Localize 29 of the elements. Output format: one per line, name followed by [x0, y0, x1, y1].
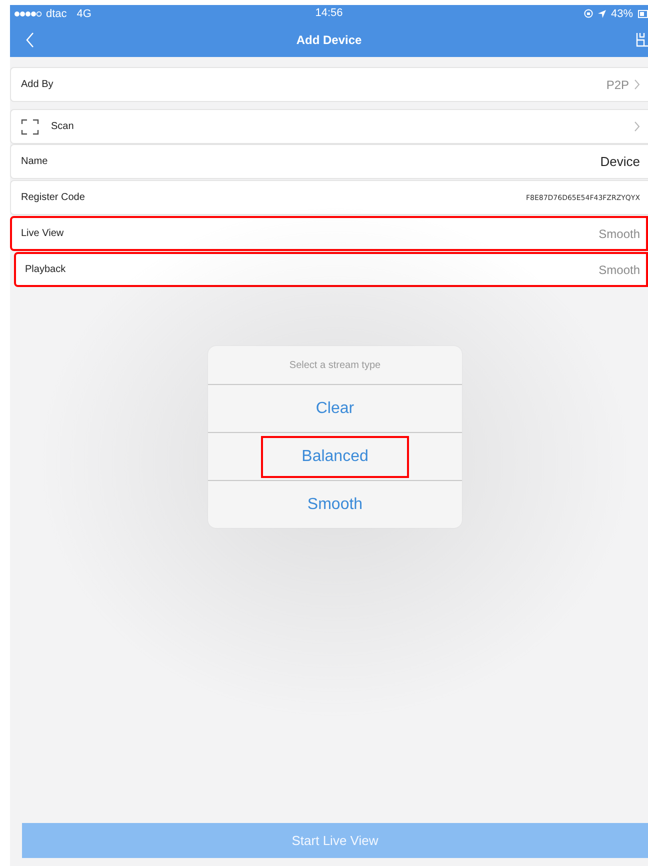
- page-title: Add Device: [296, 32, 362, 46]
- row-value: Smooth: [598, 226, 640, 240]
- row-label: Register Code: [21, 192, 86, 203]
- save-icon[interactable]: [636, 32, 648, 47]
- battery-level: 43%: [610, 8, 633, 20]
- scan-icon: [21, 118, 39, 134]
- settings-row[interactable]: Name Device: [10, 144, 648, 179]
- row-label: Add By: [21, 79, 54, 90]
- row-label: Playback: [25, 264, 67, 275]
- carrier-name: dtac: [46, 8, 67, 20]
- settings-row[interactable]: Add By P2P: [10, 67, 648, 102]
- settings-row[interactable]: Scan: [10, 109, 648, 144]
- network-type: 4G: [76, 8, 92, 20]
- row-label: Name: [21, 156, 49, 167]
- clock-time: 14:56: [315, 7, 343, 19]
- chevron-icon: [634, 79, 640, 90]
- settings-row[interactable]: Live View Smooth: [10, 216, 648, 251]
- location-icon: [598, 10, 606, 18]
- row-value: Device: [600, 154, 640, 169]
- chevron-icon: [634, 121, 640, 132]
- row-label: Scan: [51, 121, 75, 132]
- row-value: P2P: [606, 78, 629, 92]
- row-value: Smooth: [598, 262, 640, 276]
- signal-icon: [14, 10, 42, 16]
- row-label: Live View: [21, 228, 65, 239]
- back-icon[interactable]: [25, 32, 35, 48]
- battery-icon: [638, 10, 648, 18]
- settings-row[interactable]: Playback Smooth: [14, 252, 648, 287]
- dialog-title: Select a stream type: [208, 346, 462, 385]
